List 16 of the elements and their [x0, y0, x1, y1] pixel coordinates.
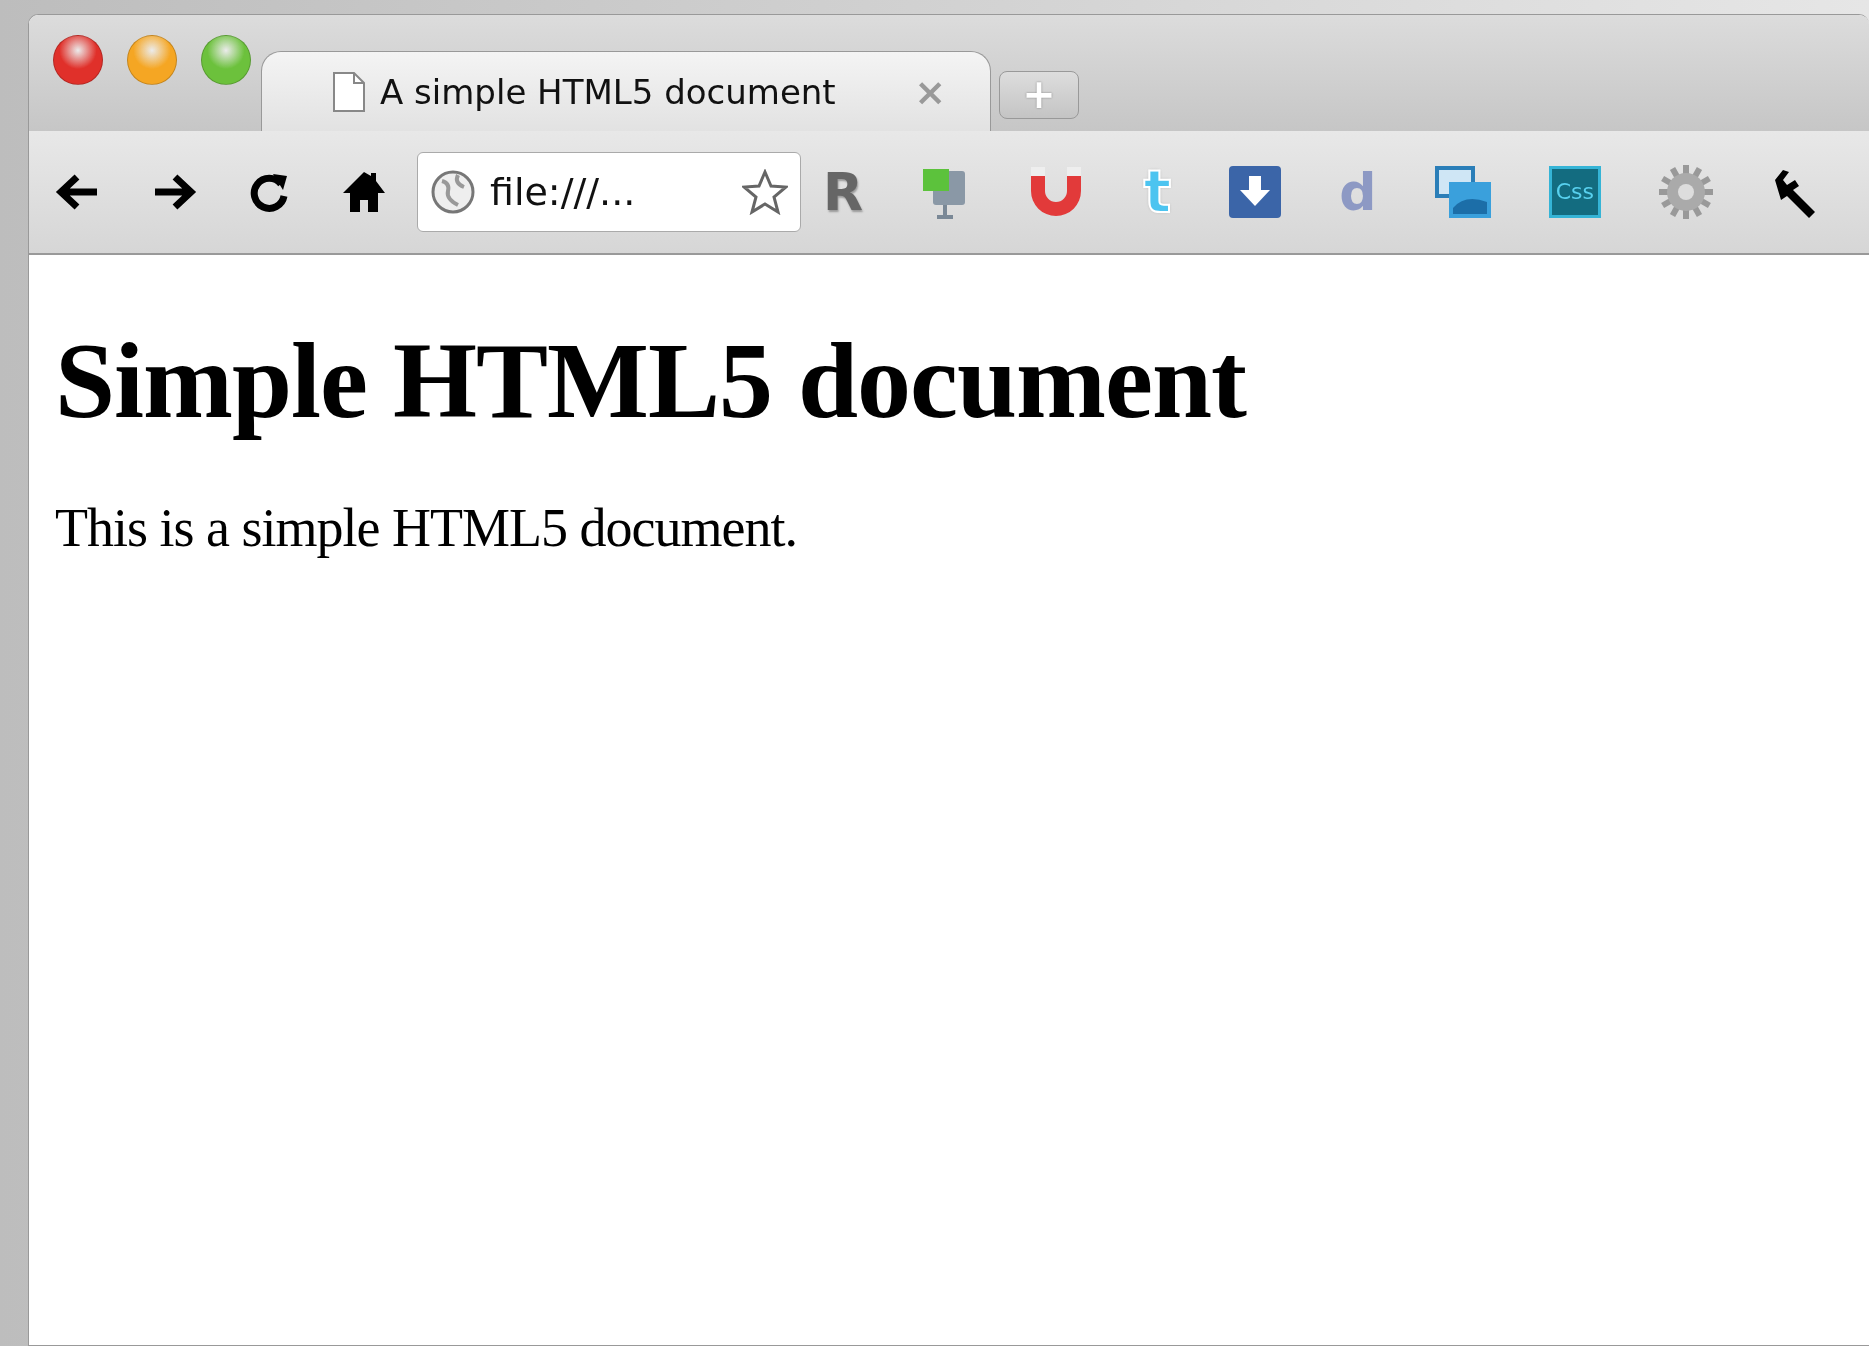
tab-close-button[interactable]: ×	[914, 69, 946, 114]
extension-icon[interactable]: R	[823, 162, 864, 222]
page-paragraph: This is a simple HTML5 document.	[55, 497, 798, 559]
page-heading: Simple HTML5 document	[55, 320, 1248, 442]
css-icon[interactable]: Css	[1548, 166, 1601, 218]
download-icon[interactable]	[1227, 164, 1284, 220]
tab-title: A simple HTML5 document	[380, 71, 837, 112]
home-icon[interactable]	[341, 169, 387, 215]
address-bar[interactable]: file:///...	[417, 152, 801, 232]
window-close-button[interactable]	[53, 35, 103, 85]
page-icon	[332, 70, 366, 113]
globe-icon	[430, 169, 476, 215]
browser-tab[interactable]: A simple HTML5 document ×	[261, 51, 991, 131]
extension-icon[interactable]: d	[1339, 162, 1377, 222]
pictures-icon[interactable]	[1432, 164, 1493, 220]
star-icon[interactable]	[742, 169, 788, 215]
